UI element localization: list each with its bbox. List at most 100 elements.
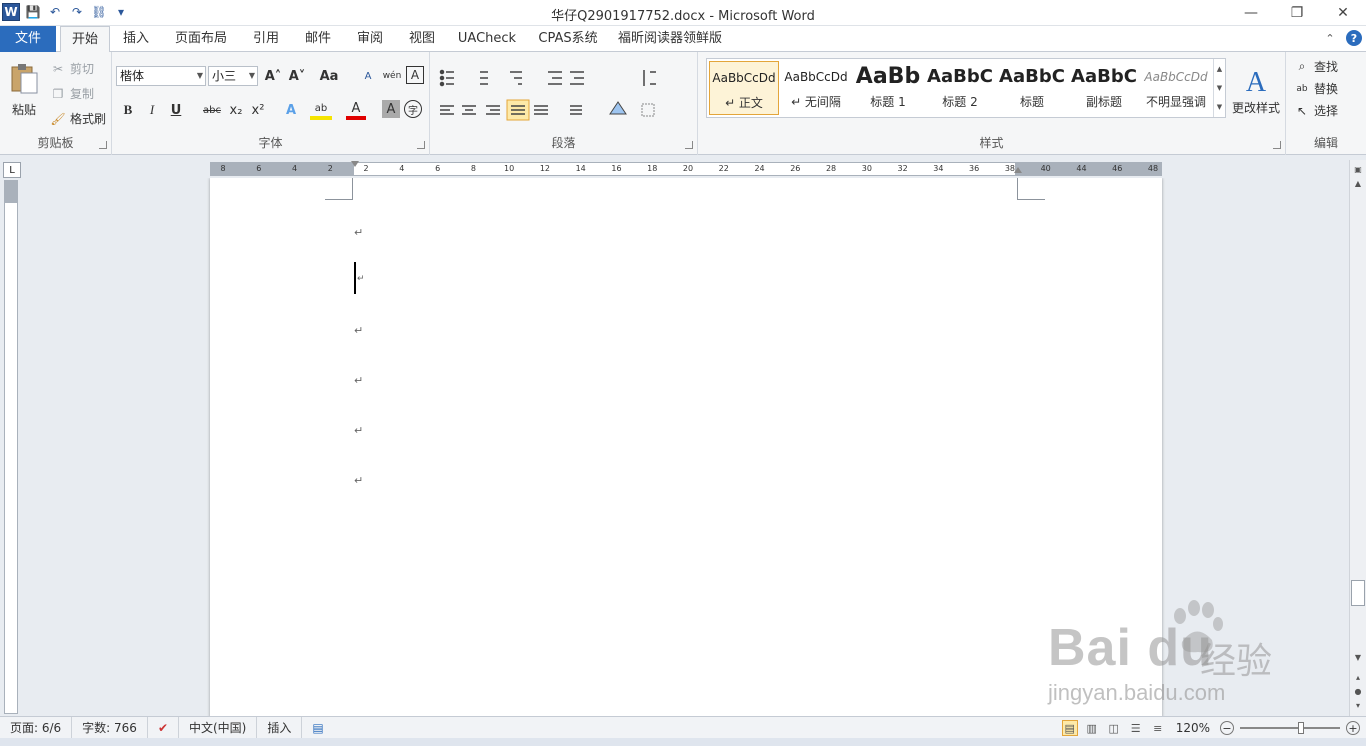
paragraph-launcher-icon[interactable] [685, 141, 693, 149]
ruler-number: 18 [647, 164, 658, 173]
style-no-spacing[interactable]: AaBbCcDd ↵ 无间隔 [781, 61, 851, 115]
copy-button[interactable]: ❐ 复制 [50, 85, 94, 102]
ruler-number: 46 [1112, 164, 1123, 173]
italic-button[interactable]: I [142, 100, 162, 120]
style-subtitle[interactable]: AaBbC 副标题 [1069, 61, 1139, 115]
font-name-select[interactable]: 楷体 ▼ [116, 66, 206, 86]
tab-home[interactable]: 开始 [60, 26, 110, 53]
char-shading-icon[interactable]: A [382, 100, 400, 118]
browse-object-icon[interactable]: ● [1350, 684, 1366, 698]
style-title[interactable]: AaBbC 标题 [997, 61, 1067, 115]
help-icon[interactable]: ? [1346, 30, 1362, 46]
draft-view-icon[interactable]: ≡ [1150, 720, 1166, 736]
superscript-button[interactable]: x² [248, 100, 268, 120]
ruler-number: 24 [754, 164, 765, 173]
font-size-select[interactable]: 小三 ▼ [208, 66, 258, 86]
crop-mark-left [325, 178, 353, 200]
highlight-icon[interactable]: ab [310, 100, 332, 120]
bold-button[interactable]: B [118, 100, 138, 120]
shrink-font-icon[interactable]: A˅ [286, 66, 308, 86]
zoom-level[interactable]: 120% [1176, 721, 1210, 735]
tab-cpas[interactable]: CPAS系统 [532, 26, 604, 52]
select-button[interactable]: ↖ 选择 [1294, 102, 1338, 119]
web-layout-icon[interactable]: ◫ [1106, 720, 1122, 736]
replace-icon: ab [1296, 83, 1308, 94]
cut-button[interactable]: ✂ 剪切 [50, 60, 94, 77]
text-cursor [354, 262, 356, 294]
tab-file[interactable]: 文件 [0, 26, 56, 52]
tab-uacheck[interactable]: UACheck [452, 26, 522, 52]
tab-insert[interactable]: 插入 [114, 26, 158, 52]
format-painter-button[interactable]: 🖌 格式刷 [50, 110, 106, 127]
document-page[interactable]: ↵ ↵ ↵ ↵ ↵ ↵ [210, 178, 1162, 716]
ruler-number: 8 [220, 164, 226, 173]
minimize-button[interactable]: — [1228, 0, 1274, 26]
subscript-button[interactable]: x₂ [226, 100, 246, 120]
zoom-out-button[interactable]: − [1220, 721, 1234, 735]
paste-icon [11, 63, 38, 93]
change-styles-button[interactable]: A 更改样式 [1228, 56, 1284, 126]
scroll-down-icon[interactable]: ▼ [1350, 650, 1366, 664]
print-layout-view-icon[interactable]: ▤ [1061, 720, 1078, 736]
language-status[interactable]: 中文(中国) [179, 716, 258, 739]
enclose-char-icon[interactable]: 字 [404, 100, 422, 118]
zoom-slider[interactable] [1240, 722, 1340, 734]
chevron-up-icon[interactable]: ▲ [1217, 65, 1222, 73]
word-count[interactable]: 字数: 766 [72, 716, 148, 739]
underline-button[interactable]: U [166, 100, 186, 120]
style-subtle-emphasis[interactable]: AaBbCcDd 不明显强调 [1141, 61, 1211, 115]
baidu-watermark: Bai du 经验 jingyan.baidu.com [1048, 598, 1348, 716]
styles-launcher-icon[interactable] [1273, 141, 1281, 149]
chevron-down-icon: ▼ [248, 71, 255, 80]
zoom-slider-thumb[interactable] [1298, 722, 1304, 734]
text-effects-icon[interactable]: A [280, 100, 302, 120]
tab-view[interactable]: 视图 [400, 26, 444, 52]
vertical-scrollbar[interactable]: ▣ ▲ ▼ ▴ ● ▾ [1349, 160, 1366, 716]
tab-foxit-reader[interactable]: 福昕阅读器领鲜版 [614, 26, 726, 52]
next-page-icon[interactable]: ▾ [1350, 698, 1366, 712]
tab-references[interactable]: 引用 [244, 26, 288, 52]
tab-page-layout[interactable]: 页面布局 [166, 26, 236, 52]
prev-page-icon[interactable]: ▴ [1350, 670, 1366, 684]
chevron-down-icon[interactable]: ▼ [1217, 84, 1222, 92]
strikethrough-button[interactable]: abc [200, 100, 224, 120]
paragraph-group-label: 段落 [551, 136, 576, 150]
more-styles-icon[interactable]: ▼ [1217, 103, 1222, 111]
grow-font-icon[interactable]: A˄ [262, 66, 284, 86]
scroll-thumb[interactable] [1351, 580, 1365, 606]
pinyin-guide-icon[interactable]: wén [382, 66, 402, 86]
full-screen-reading-icon[interactable]: ▥ [1084, 720, 1100, 736]
outline-view-icon[interactable]: ☰ [1128, 720, 1144, 736]
editing-group: ⌕ 查找 ab 替换 ↖ 选择 编辑 [1286, 52, 1366, 155]
restore-button[interactable]: ❐ [1274, 0, 1320, 26]
align-center-icon [462, 105, 476, 115]
replace-button[interactable]: ab 替换 [1294, 80, 1338, 97]
close-button[interactable]: ✕ [1320, 0, 1366, 26]
style-normal[interactable]: AaBbCcDd ↵ 正文 [709, 61, 779, 115]
horizontal-ruler[interactable]: 8 6 4 2 2 4 6 8 10 12 14 16 18 20 22 24 26 28 30 32 34 36 38 40… [210, 161, 1162, 176]
scroll-up-icon[interactable]: ▲ [1350, 176, 1366, 190]
paste-button[interactable]: 粘贴 [6, 58, 42, 122]
style-heading-2[interactable]: AaBbC 标题 2 [925, 61, 995, 115]
tab-mailings[interactable]: 邮件 [296, 26, 340, 52]
font-launcher-icon[interactable] [417, 141, 425, 149]
macro-recording[interactable]: ▤ [302, 717, 333, 739]
font-color-icon[interactable]: A [346, 100, 366, 120]
insert-mode[interactable]: 插入 [257, 716, 303, 739]
style-heading-1[interactable]: AaBb 标题 1 [853, 61, 923, 115]
paste-label: 粘贴 [11, 102, 36, 117]
char-border-icon[interactable]: A [406, 66, 424, 84]
proofing-status[interactable]: ✔ [148, 716, 179, 739]
right-indent-marker[interactable] [1014, 167, 1022, 173]
change-case-icon[interactable]: Aa [316, 66, 342, 86]
tab-selector[interactable]: L [3, 162, 21, 178]
clipboard-launcher-icon[interactable] [99, 141, 107, 149]
first-line-indent-marker[interactable] [351, 161, 359, 167]
clear-format-icon[interactable]: A [358, 66, 378, 86]
page-count[interactable]: 页面: 6/6 [0, 716, 73, 739]
tab-review[interactable]: 审阅 [348, 26, 392, 52]
ruler-toggle-icon[interactable]: ▣ [1350, 162, 1366, 176]
collapse-ribbon-icon[interactable]: ⌃ [1322, 30, 1338, 46]
find-button[interactable]: ⌕ 查找 [1294, 58, 1338, 75]
zoom-in-button[interactable]: + [1346, 721, 1360, 735]
